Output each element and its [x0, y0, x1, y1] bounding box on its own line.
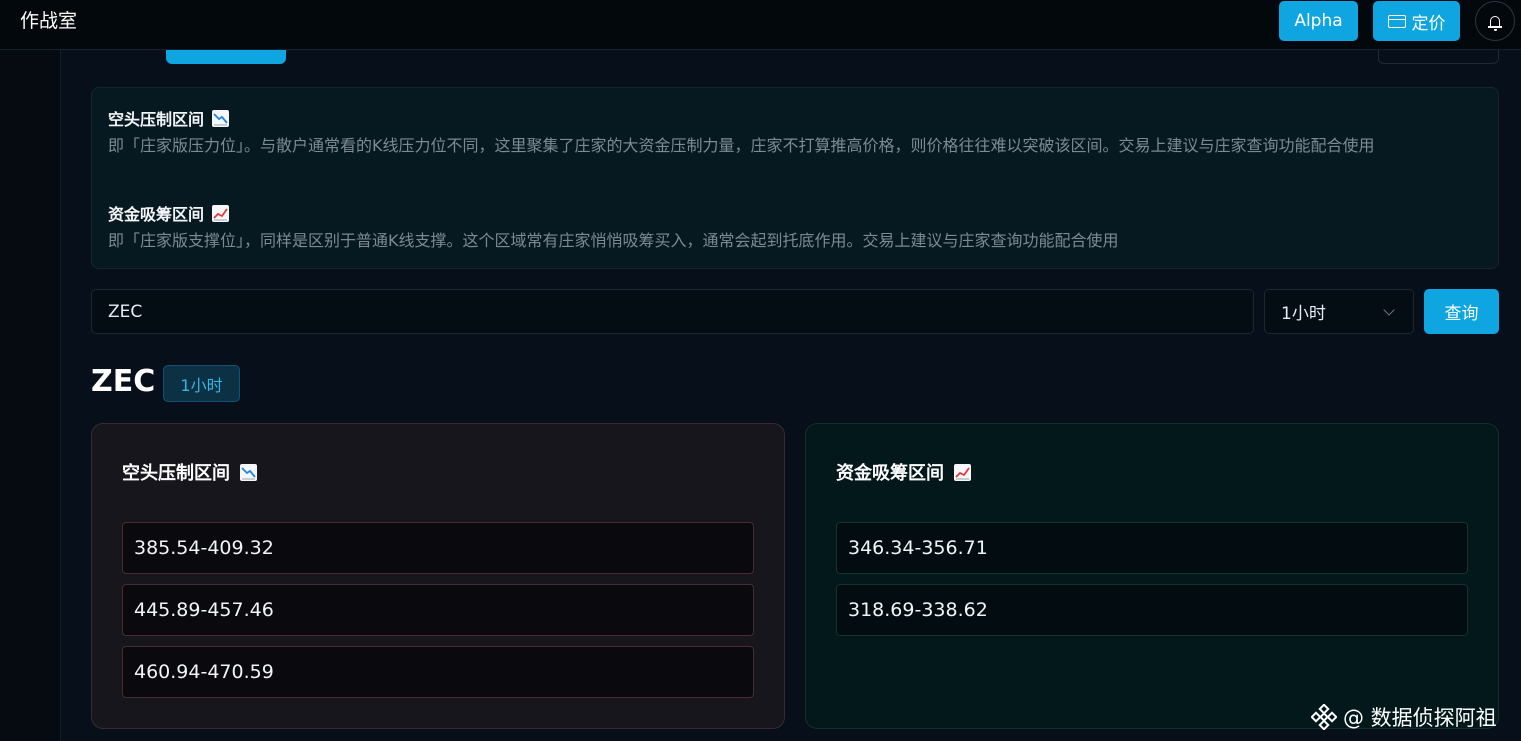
short-zone-range: 445.89-457.46 [122, 584, 754, 636]
query-button[interactable]: 查询 [1424, 289, 1499, 334]
short-zone-range: 460.94-470.59 [122, 646, 754, 698]
chart-increasing-icon [212, 204, 230, 222]
alpha-button[interactable]: Alpha [1279, 1, 1358, 41]
short-zone-panel: 空头压制区间 385.54-409.32 445.89-457.46 460.9… [91, 423, 785, 729]
sidebar [0, 50, 61, 741]
watermark-text: @ 数据侦探阿祖 [1343, 706, 1497, 730]
pricing-button-label: 定价 [1411, 13, 1446, 34]
long-zone-explanation-title: 资金吸筹区间 [108, 201, 230, 225]
binance-logo-icon [1311, 704, 1337, 730]
chevron-down-icon [1383, 304, 1395, 316]
long-zone-explanation-text: 即「庄家版支撑位」，同样是区别于普通K线支撑。这个区域常有庄家悄悄吸筹买入，通常… [108, 231, 1119, 250]
credit-card-icon [1387, 14, 1406, 28]
zone-explanation-box: 空头压制区间 即「庄家版压力位」。与散户通常看的K线压力位不同，这里聚集了庄家的… [91, 87, 1499, 269]
watermark: @ 数据侦探阿祖 [1311, 702, 1497, 732]
long-zone-title-label: 资金吸筹区间 [836, 463, 944, 484]
short-zone-explanation-text: 即「庄家版压力位」。与散户通常看的K线压力位不同，这里聚集了庄家的大资金压制力量… [108, 136, 1375, 155]
symbol-search-input[interactable] [91, 289, 1254, 334]
long-zone-panel: 资金吸筹区间 346.34-356.71 318.69-338.62 [805, 423, 1499, 729]
short-zone-title-label: 空头压制区间 [122, 463, 230, 484]
long-zone-title: 资金吸筹区间 [836, 459, 971, 485]
long-zone-explanation-label: 资金吸筹区间 [108, 205, 205, 224]
chart-increasing-icon [954, 463, 971, 481]
chart-decreasing-icon [240, 463, 257, 481]
short-zone-range: 385.54-409.32 [122, 522, 754, 574]
top-navigation-bar: 作战室 Alpha 定价 [0, 0, 1521, 50]
chart-decreasing-icon [212, 109, 230, 127]
long-zone-range: 346.34-356.71 [836, 522, 1468, 574]
short-zone-title: 空头压制区间 [122, 459, 257, 485]
result-timeframe-badge: 1小时 [163, 365, 240, 402]
short-zone-explanation-label: 空头压制区间 [108, 110, 205, 129]
timeframe-select[interactable]: 1小时 [1264, 289, 1414, 334]
bell-icon [1488, 15, 1502, 31]
notifications-button[interactable] [1475, 1, 1515, 41]
timeframe-select-value: 1小时 [1281, 304, 1326, 324]
app-title: 作战室 [20, 10, 78, 32]
long-zone-range: 318.69-338.62 [836, 584, 1468, 636]
short-zone-explanation-title: 空头压制区间 [108, 106, 230, 130]
result-symbol: ZEC [91, 364, 156, 399]
pricing-button[interactable]: 定价 [1373, 1, 1460, 41]
